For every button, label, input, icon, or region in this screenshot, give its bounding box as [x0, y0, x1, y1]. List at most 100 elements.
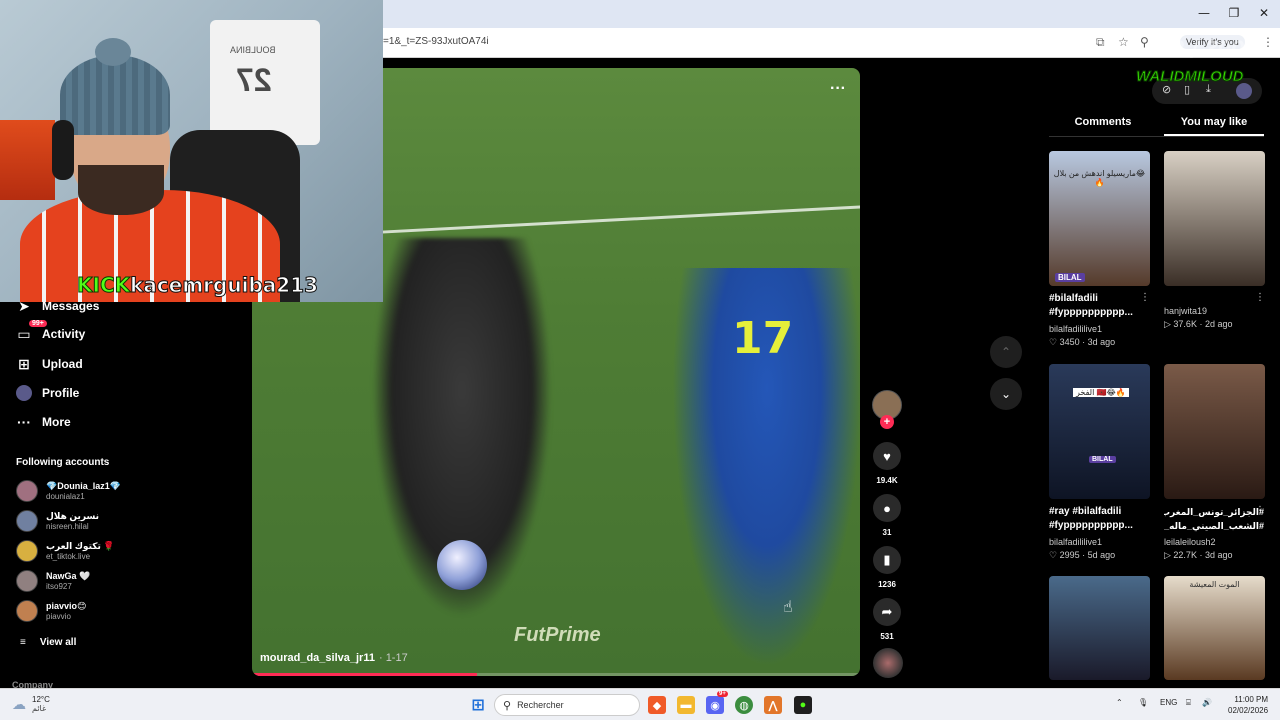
- video-progress-bar[interactable]: [252, 673, 860, 676]
- windows-taskbar: ☁ 12°C غائم ⊞ ⚲ Rechercher ◆ ▬ ◉ 9+ ◍ ⋀ ●…: [0, 688, 1280, 720]
- language-indicator[interactable]: ENG: [1160, 698, 1177, 707]
- brave-browser-icon[interactable]: ◆: [648, 696, 666, 714]
- notification-badge: 99+: [29, 320, 47, 327]
- view-all-button[interactable]: ≡ View all: [20, 637, 76, 648]
- comment-icon: ●: [883, 500, 891, 516]
- like-button[interactable]: ♥: [873, 442, 901, 470]
- account-name: piavvio😊: [46, 601, 87, 611]
- minimize-icon[interactable]: —: [1196, 6, 1212, 20]
- card-username[interactable]: bilalfadililive1: [1049, 537, 1102, 547]
- discord-badge: 9+: [717, 691, 728, 697]
- card-menu-icon[interactable]: ⋮: [1255, 292, 1265, 303]
- account-handle: dounialaz1: [46, 492, 85, 501]
- card-meta: ▷ 22.7K · 3d ago: [1164, 550, 1233, 560]
- close-icon[interactable]: ✕: [1256, 6, 1272, 20]
- card-menu-icon[interactable]: ⋮: [1140, 292, 1150, 303]
- file-explorer-icon[interactable]: ▬: [677, 696, 695, 714]
- network-icon[interactable]: ⌸: [1186, 698, 1191, 708]
- card-title[interactable]: #الجزائر_تونس_المغرب #الشعب_الصيني_ماله_…: [1164, 505, 1264, 533]
- recommended-video-thumbnail[interactable]: الفخر 🇲🇦😂🔥 BILAL: [1049, 364, 1150, 499]
- follow-button[interactable]: +: [880, 415, 894, 429]
- video-author[interactable]: mourad_da_silva_jr11: [260, 652, 375, 664]
- recommended-video-thumbnail[interactable]: [1049, 576, 1150, 680]
- card-username[interactable]: bilalfadililive1: [1049, 324, 1102, 334]
- clock-date: 02/02/2026: [1228, 706, 1269, 715]
- sidebar-item-upload[interactable]: ⊞ Upload: [16, 356, 83, 372]
- tab-divider: [1049, 136, 1264, 137]
- card-meta: ♡ 2995 · 5d ago: [1049, 550, 1116, 560]
- card-username[interactable]: hanjwita19: [1164, 306, 1207, 316]
- following-account[interactable]: نسرين هلال nisreen.hilal: [16, 510, 99, 532]
- previous-video-button[interactable]: ⌃: [990, 336, 1022, 368]
- video-caption[interactable]: mourad_da_silva_jr11 · 1-17: [260, 652, 408, 664]
- windows-start-icon[interactable]: ⊞: [469, 696, 487, 714]
- sidebar-item-more[interactable]: ··· More: [16, 414, 71, 430]
- jersey-name: BOULBINA: [230, 45, 276, 55]
- card-title[interactable]: #ray #bilalfadili #fypppppppppp...: [1049, 505, 1149, 533]
- app-icon[interactable]: ⋀: [764, 696, 782, 714]
- active-tab-indicator: [1164, 134, 1264, 136]
- following-account[interactable]: piavvio😊 piavvio: [16, 600, 86, 622]
- sidebar-item-label: More: [42, 415, 71, 429]
- microphone-icon[interactable]: 🎙: [1138, 698, 1148, 707]
- chevron-down-icon: ⌄: [1000, 387, 1012, 401]
- cloud-icon: ☁: [12, 695, 26, 712]
- thumbnail-tag: BILAL: [1089, 456, 1116, 463]
- video-watermark: FutPrime: [514, 624, 601, 646]
- streamer-beard: [78, 165, 164, 215]
- system-clock[interactable]: 11:00 PM 02/02/2026: [1228, 694, 1268, 716]
- sidebar-item-activity[interactable]: ▭ 99+ Activity: [16, 320, 86, 342]
- football: [437, 540, 487, 590]
- card-meta: ♡ 3450 · 3d ago: [1049, 337, 1116, 347]
- share-count: 531: [880, 632, 894, 641]
- card-menu-icon[interactable]: ⋮: [1255, 505, 1265, 516]
- avatar[interactable]: [1236, 83, 1252, 99]
- share-button[interactable]: ➦: [873, 598, 901, 626]
- save-button[interactable]: ▮: [873, 546, 901, 574]
- jersey-number: 27: [236, 62, 272, 98]
- subs-goal-overlay: SUBS : 122 / 300: [1056, 36, 1245, 63]
- card-title[interactable]: #bilalfadili #fypppppppppp...: [1049, 292, 1149, 320]
- volume-icon[interactable]: 🔊: [1202, 698, 1212, 707]
- ellipsis-icon: ···: [17, 414, 31, 430]
- restore-icon[interactable]: ❐: [1226, 6, 1242, 20]
- account-handle: itso927: [46, 582, 72, 591]
- recommended-video-thumbnail[interactable]: [1164, 364, 1265, 499]
- account-name: NawGa 🤍: [46, 571, 91, 581]
- search-icon: ⚲: [503, 699, 512, 712]
- obs-app-icon[interactable]: ●: [794, 696, 812, 714]
- following-account[interactable]: 💎Dounia_laz1💎 dounialaz1: [16, 480, 121, 502]
- avatar-icon: [16, 385, 32, 401]
- tab-comments[interactable]: Comments: [1049, 116, 1157, 128]
- avatar: [16, 540, 38, 562]
- weather-widget[interactable]: ☁ 12°C غائم: [12, 695, 50, 713]
- recommended-video-thumbnail[interactable]: [1164, 151, 1265, 286]
- recommended-video-thumbnail[interactable]: الموت المعيشة: [1164, 576, 1265, 680]
- following-accounts-heading: Following accounts: [16, 457, 110, 468]
- comment-button[interactable]: ●: [873, 494, 901, 522]
- following-account[interactable]: NawGa 🤍 itso927: [16, 570, 90, 592]
- recommended-video-thumbnail[interactable]: ماريسيلو اندهش من بلال😂🔥 BILAL: [1049, 151, 1150, 286]
- hand-cursor-icon: ☝: [783, 599, 793, 616]
- sidebar-item-profile[interactable]: Profile: [16, 385, 79, 401]
- browser-menu-icon[interactable]: ⋮: [1262, 35, 1274, 49]
- next-video-button[interactable]: ⌄: [990, 378, 1022, 410]
- view-all-label: View all: [39, 637, 77, 648]
- more-options-icon[interactable]: ···: [830, 80, 846, 98]
- card-username[interactable]: leilaleiloush2: [1164, 537, 1216, 547]
- discord-icon[interactable]: ◉ 9+: [706, 691, 728, 714]
- thumbnail-tag: BILAL: [1055, 273, 1085, 282]
- sidebar-item-label: Activity: [42, 327, 86, 341]
- tab-you-may-like[interactable]: You may like: [1160, 116, 1268, 128]
- url-text[interactable]: =1&_t=ZS-93JxutOA74i: [383, 36, 489, 47]
- beanie-pompom: [95, 38, 131, 66]
- background-poster: [0, 120, 55, 200]
- music-disc-icon[interactable]: [873, 648, 903, 678]
- jersey-number: 17: [732, 313, 794, 364]
- taskbar-search[interactable]: ⚲ Rechercher: [494, 694, 640, 716]
- following-account[interactable]: تكتوك العرب 🌹 et_tiktok.live: [16, 540, 115, 562]
- clock-time: 11:00 PM: [1234, 695, 1269, 704]
- chrome-browser-icon[interactable]: ◍: [735, 696, 753, 714]
- card-meta: ▷ 37.6K · 2d ago: [1164, 319, 1233, 329]
- tray-overflow-icon[interactable]: ⌃: [1116, 698, 1123, 707]
